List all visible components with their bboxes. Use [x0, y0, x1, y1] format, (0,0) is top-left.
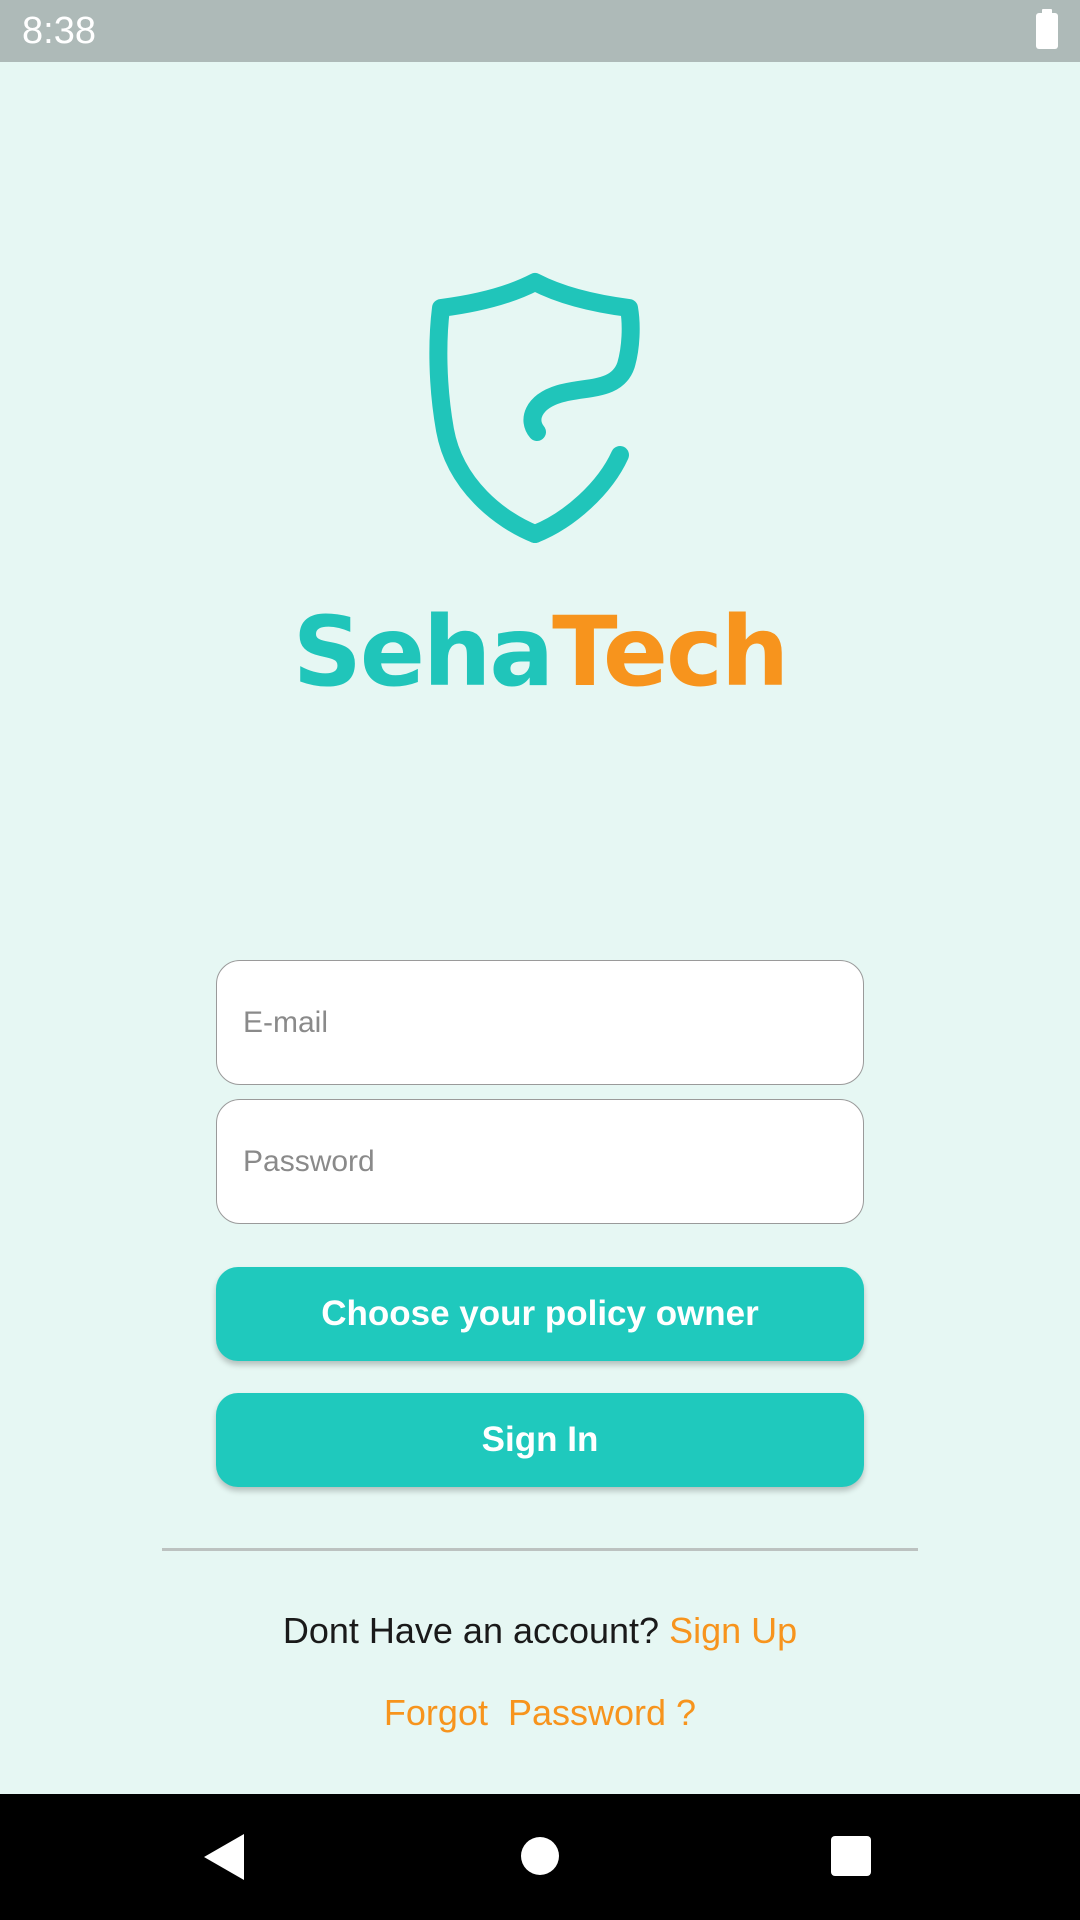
choose-policy-owner-button[interactable]: Choose your policy owner	[216, 1267, 864, 1361]
recent-apps-icon[interactable]	[831, 1836, 871, 1876]
battery-icon	[1036, 9, 1058, 49]
signup-prompt: Dont Have an account?	[282, 1610, 660, 1651]
shield-icon	[429, 273, 640, 543]
signup-row: Dont Have an account? Sign Up	[0, 1610, 1080, 1652]
brand-name: SehaTech	[293, 604, 789, 700]
navigation-bar	[0, 1794, 1080, 1920]
sign-in-button[interactable]: Sign In	[216, 1393, 864, 1487]
password-field[interactable]	[216, 1099, 864, 1224]
divider	[162, 1548, 918, 1551]
brand-name-seha: Seha	[292, 596, 554, 708]
back-icon[interactable]	[204, 1834, 244, 1880]
email-input[interactable]	[243, 1005, 837, 1040]
sign-up-link[interactable]: Sign Up	[669, 1610, 797, 1651]
app-logo: SehaTech	[0, 270, 1080, 700]
status-bar: 8:38	[0, 0, 1080, 62]
email-field[interactable]	[216, 960, 864, 1085]
password-input[interactable]	[243, 1144, 837, 1179]
status-time: 8:38	[22, 9, 96, 52]
brand-name-tech: Tech	[552, 596, 789, 708]
forgot-password-link[interactable]: Forgot Password ?	[0, 1692, 1080, 1734]
home-icon[interactable]	[521, 1837, 559, 1875]
